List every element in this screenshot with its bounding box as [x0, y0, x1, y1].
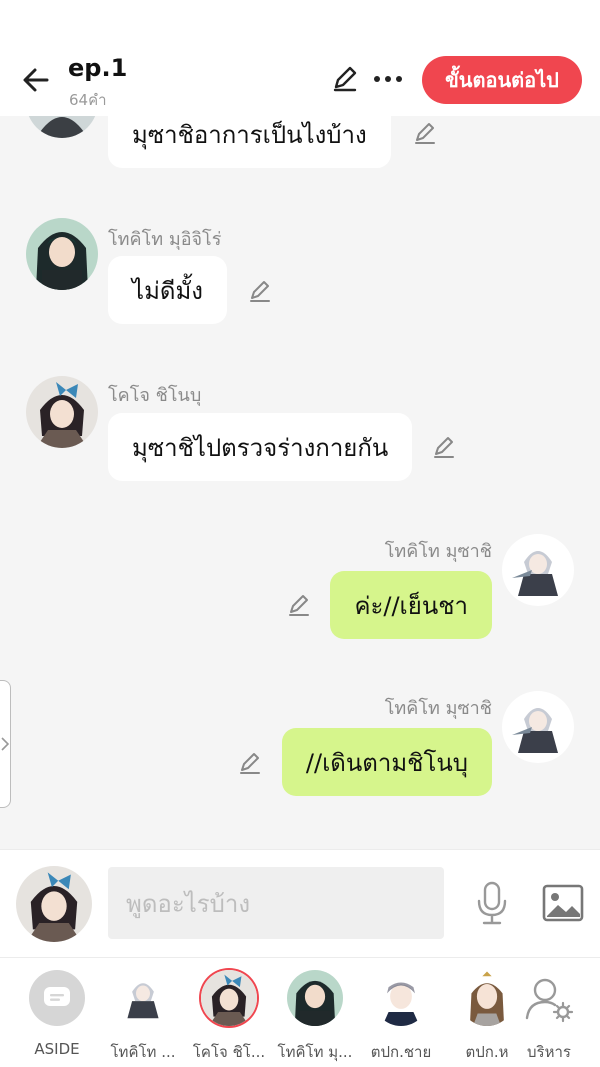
- message-input[interactable]: พูดอะไรบ้าง: [108, 867, 444, 939]
- character-avatar-image: [26, 116, 98, 138]
- avatar[interactable]: [26, 116, 98, 138]
- status-bar: [0, 0, 600, 44]
- avatar[interactable]: [502, 691, 574, 763]
- microphone-icon: [477, 881, 507, 925]
- character-avatar-image: [502, 691, 574, 763]
- character-label: โทคิโท ...: [110, 1043, 176, 1061]
- back-button[interactable]: [16, 60, 56, 100]
- character-option[interactable]: ตปก.ชาย: [358, 970, 444, 1064]
- chat-area[interactable]: มุซาชิอาการเป็นไงบ้าง โทคิโท มุอิจิโร่ ไ…: [0, 116, 600, 849]
- episode-title: ep.1: [68, 54, 128, 82]
- message-bubble[interactable]: ค่ะ//เย็นชา: [330, 571, 492, 639]
- image-icon: [542, 884, 584, 922]
- character-avatar-image: [287, 970, 343, 1026]
- sender-name: โคโจ ชิโนบุ: [108, 385, 202, 406]
- character-avatar: [287, 970, 343, 1026]
- aside-avatar: [29, 970, 85, 1026]
- character-option[interactable]: โทคิโท ...: [100, 970, 186, 1064]
- character-avatar-image: [115, 970, 171, 1026]
- message-composer: พูดอะไรบ้าง: [0, 849, 600, 957]
- character-selector: ASIDE โทคิโท ... โคโจ ชิโ... โทคิโท มุ..…: [0, 957, 600, 1067]
- edit-message-button[interactable]: [245, 276, 275, 306]
- edit-message-button[interactable]: [429, 432, 459, 462]
- sender-name: โทคิโท มุซาชิ: [384, 541, 492, 562]
- manage-characters-button[interactable]: บริหาร: [506, 970, 592, 1064]
- character-label: ตปก.ชาย: [370, 1043, 432, 1061]
- chevron-right-icon: [1, 737, 9, 751]
- character-avatar-image: [373, 970, 429, 1026]
- character-avatar-image: [16, 866, 92, 942]
- more-dots-icon: [374, 76, 402, 82]
- avatar[interactable]: [502, 534, 574, 606]
- more-options-button[interactable]: [370, 62, 406, 96]
- pencil-icon: [250, 281, 270, 302]
- character-avatar-image: [201, 970, 257, 1026]
- pencil-icon: [415, 123, 435, 144]
- character-label: บริหาร: [527, 1043, 571, 1061]
- add-image-button[interactable]: [540, 880, 586, 926]
- side-drawer-handle[interactable]: [0, 680, 11, 808]
- current-speaker-avatar[interactable]: [16, 866, 92, 942]
- pencil-icon: [240, 753, 260, 774]
- pencil-icon: [434, 437, 454, 458]
- user-settings-icon: [525, 978, 574, 1023]
- pencil-icon: [333, 66, 357, 92]
- edit-message-button[interactable]: [410, 118, 440, 148]
- character-avatar: [201, 970, 257, 1026]
- character-option[interactable]: โทคิโท มุ...: [272, 970, 358, 1064]
- chat-bubble-icon: [44, 987, 70, 1006]
- character-label: โทคิโท มุ...: [277, 1043, 353, 1061]
- pencil-icon: [289, 595, 309, 616]
- next-step-button[interactable]: ขั้นตอนต่อไป: [422, 56, 582, 104]
- avatar[interactable]: [26, 376, 98, 448]
- character-avatar-image: [502, 534, 574, 606]
- avatar[interactable]: [26, 218, 98, 290]
- sender-name: โทคิโท มุอิจิโร่: [108, 229, 222, 250]
- message-bubble[interactable]: //เดินตามชิโนบุ: [281, 728, 492, 796]
- character-label: โคโจ ชิโ...: [192, 1043, 266, 1061]
- message-bubble[interactable]: มุซาชิไปตรวจร่างกายกัน: [108, 413, 413, 481]
- voice-input-button[interactable]: [470, 880, 514, 926]
- character-avatar: [115, 970, 171, 1026]
- character-label: ASIDE: [34, 1040, 80, 1058]
- edit-message-button[interactable]: [235, 748, 265, 778]
- arrow-left-icon: [23, 68, 49, 92]
- message-bubble[interactable]: ไม่ดีมั้ง: [108, 256, 228, 324]
- character-aside[interactable]: ASIDE: [14, 970, 100, 1058]
- sender-name: โทคิโท มุซาชิ: [384, 698, 492, 719]
- character-avatar-image: [26, 376, 98, 448]
- edit-message-button[interactable]: [284, 590, 314, 620]
- top-bar: ep.1 64คำ ขั้นตอนต่อไป: [0, 44, 600, 116]
- character-avatar: [373, 970, 429, 1026]
- word-count: 64คำ: [69, 91, 107, 109]
- edit-title-button[interactable]: [328, 62, 362, 96]
- character-option-selected[interactable]: โคโจ ชิโ...: [186, 970, 272, 1064]
- character-avatar-image: [26, 218, 98, 290]
- manage-icon-wrap: [521, 970, 577, 1026]
- message-bubble[interactable]: มุซาชิอาการเป็นไงบ้าง: [108, 116, 391, 168]
